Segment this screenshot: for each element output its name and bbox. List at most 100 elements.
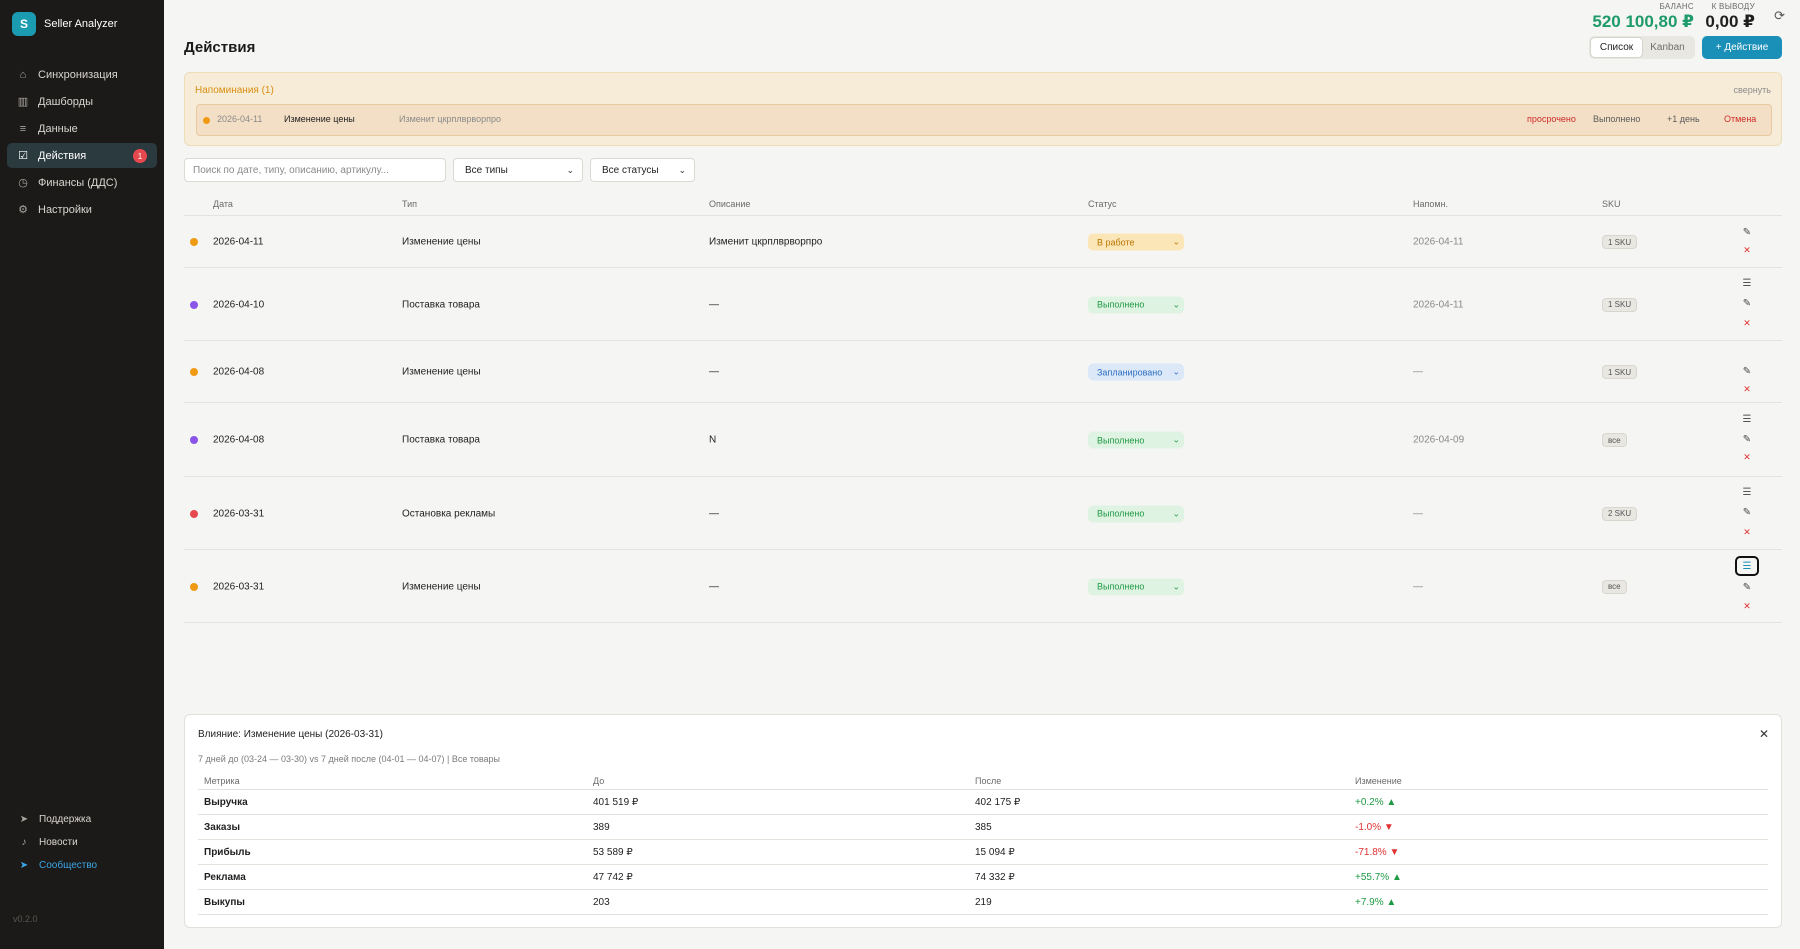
- search-input[interactable]: [184, 158, 446, 182]
- impact-cell-before: 47 742 ₽: [593, 872, 633, 883]
- app-name: Seller Analyzer: [44, 18, 118, 30]
- impact-row: Заказы 389 385 -1.0% ▼: [198, 815, 1768, 840]
- status-label: Выполнено: [1097, 581, 1145, 592]
- withdraw-value: 0,00 ₽: [1705, 12, 1755, 31]
- impact-cell-change: +55.7% ▲: [1355, 872, 1402, 883]
- delete-icon[interactable]: ✕: [1740, 382, 1754, 396]
- pencil-icon[interactable]: ✎: [1740, 580, 1754, 594]
- impact-table-body: Выручка 401 519 ₽ 402 175 ₽ +0.2% ▲ Заказы 38…: [198, 790, 1768, 915]
- close-icon[interactable]: ✕: [1759, 727, 1769, 741]
- table-row: 2026-04-10 Поставка товара — Выполнено ⌄ 2026…: [184, 268, 1782, 341]
- col-type: Тип: [402, 199, 418, 209]
- pencil-icon[interactable]: ✎: [1740, 364, 1754, 378]
- sidebar-footer-link-2[interactable]: ➤ Сообщество: [0, 854, 164, 877]
- col-sku: SKU: [1602, 199, 1621, 209]
- table-row: 2026-03-31 Изменение цены — Выполнено ⌄ — все ☰…: [184, 550, 1782, 623]
- delete-icon[interactable]: ✕: [1740, 450, 1754, 464]
- bell-icon: ♪: [21, 837, 27, 848]
- col-after: После: [975, 776, 1002, 786]
- list-icon[interactable]: ☰: [1735, 556, 1759, 576]
- impact-cell-after: 219: [975, 897, 992, 908]
- withdraw-caption: К ВЫВОДУ: [1711, 2, 1755, 11]
- status-dropdown[interactable]: Запланировано ⌄: [1088, 363, 1184, 381]
- balance-caption: БАЛАНС: [1659, 2, 1694, 11]
- delete-icon[interactable]: ✕: [1740, 316, 1754, 330]
- cell-type: Поставка товара: [402, 434, 480, 446]
- view-kanban-button[interactable]: Kanban: [1642, 38, 1693, 57]
- delete-icon[interactable]: ✕: [1740, 599, 1754, 613]
- sidebar-item-2[interactable]: ≡ Данные: [7, 116, 157, 141]
- pencil-icon[interactable]: ✎: [1740, 225, 1754, 239]
- sidebar-footer-label: Новости: [39, 837, 78, 848]
- chevron-down-icon: ⌄: [1172, 236, 1180, 247]
- status-dropdown[interactable]: Выполнено ⌄: [1088, 578, 1184, 595]
- status-dropdown[interactable]: Выполнено ⌄: [1088, 505, 1184, 522]
- impact-row: Прибыль 53 589 ₽ 15 094 ₽ -71.8% ▼: [198, 840, 1768, 865]
- brand[interactable]: S Seller Analyzer: [0, 0, 164, 48]
- status-dot: [190, 368, 198, 376]
- reminder-cancel-button[interactable]: Отмена: [1724, 114, 1756, 124]
- cell-date: 2026-04-10: [213, 299, 265, 310]
- sku-badge: 1 SKU: [1602, 297, 1638, 312]
- add-action-button[interactable]: + Действие: [1702, 36, 1782, 59]
- cell-description: Изменит цкрплврворпро: [709, 236, 823, 248]
- impact-cell-before: 401 519 ₽: [593, 797, 639, 808]
- col-date: Дата: [213, 199, 233, 209]
- reminder-item: 2026-04-11 Изменение цены Изменит цкрплв…: [196, 104, 1772, 136]
- impact-cell-metric: Реклама: [204, 872, 246, 883]
- chevron-down-icon: ⌄: [566, 164, 574, 175]
- cell-type: Изменение цены: [402, 581, 481, 592]
- reminder-type: Изменение цены: [284, 114, 355, 124]
- list-icon: ≡: [19, 122, 27, 135]
- reminders-panel: Напоминания (1) свернуть 2026-04-11 Изме…: [184, 72, 1782, 146]
- impact-table-header: Метрика До После Изменение: [198, 770, 1768, 790]
- app-version: v0.2.0: [13, 914, 38, 924]
- status-dot: [190, 300, 198, 309]
- pencil-icon[interactable]: ✎: [1740, 432, 1754, 446]
- cell-date: 2026-04-08: [213, 434, 265, 446]
- pencil-icon[interactable]: ✎: [1740, 296, 1754, 310]
- type-select[interactable]: Все типы ⌄: [453, 158, 583, 182]
- sidebar-item-label: Финансы (ДДС): [38, 176, 118, 189]
- chevron-down-icon: ⌄: [678, 164, 686, 175]
- list-icon[interactable]: ☰: [1740, 276, 1754, 290]
- sidebar: S Seller Analyzer ⌂ Синхронизация ▥ Дашборд…: [0, 0, 164, 949]
- list-icon[interactable]: ☰: [1740, 485, 1754, 499]
- sidebar-item-1[interactable]: ▥ Дашборды: [7, 89, 157, 114]
- col-status: Статус: [1088, 199, 1117, 209]
- status-dot: [190, 509, 198, 518]
- reminder-done-button[interactable]: Выполнено: [1593, 114, 1640, 124]
- actions-table-header: Дата Тип Описание Статус Напомн. SKU: [184, 196, 1782, 216]
- reminder-snooze-button[interactable]: +1 день: [1667, 114, 1700, 124]
- sidebar-item-5[interactable]: ⚙ Настройки: [7, 197, 157, 222]
- refresh-icon[interactable]: ⟳: [1774, 8, 1785, 24]
- impact-cell-change: +7.9% ▲: [1355, 897, 1397, 908]
- status-dropdown[interactable]: В работе ⌄: [1088, 233, 1184, 251]
- status-select[interactable]: Все статусы ⌄: [590, 158, 695, 182]
- send-icon: ➤: [19, 814, 29, 825]
- status-dropdown[interactable]: Выполнено ⌄: [1088, 431, 1184, 449]
- sidebar-item-0[interactable]: ⌂ Синхронизация: [7, 62, 157, 87]
- sidebar-footer-links: ➤ Поддержка ♪ Новости ➤ Сообщество: [0, 808, 164, 877]
- col-description: Описание: [709, 199, 751, 209]
- delete-icon[interactable]: ✕: [1740, 525, 1754, 539]
- gear-icon: ⚙: [18, 204, 28, 216]
- impact-cell-metric: Заказы: [204, 822, 241, 833]
- cell-date: 2026-04-11: [213, 236, 264, 248]
- sidebar-footer-link-1[interactable]: ♪ Новости: [0, 831, 164, 854]
- cell-date: 2026-04-08: [213, 366, 265, 378]
- status-dot: [190, 436, 198, 444]
- cell-type: Поставка товара: [402, 299, 480, 310]
- view-list-button[interactable]: Список: [1591, 38, 1642, 57]
- sidebar-footer-link-0[interactable]: ➤ Поддержка: [0, 808, 164, 831]
- reminders-collapse-link[interactable]: свернуть: [1734, 85, 1771, 95]
- delete-icon[interactable]: ✕: [1740, 243, 1754, 257]
- balance-value: 520 100,80 ₽: [1592, 12, 1694, 31]
- sidebar-item-3[interactable]: ☑ Действия 1: [7, 143, 157, 168]
- sku-badge: 1 SKU: [1602, 365, 1638, 379]
- sidebar-nav: ⌂ Синхронизация ▥ Дашборды ≡ Данные ☑ Действия 1…: [0, 62, 164, 222]
- sidebar-item-4[interactable]: ◷ Финансы (ДДС): [7, 170, 157, 195]
- status-dropdown[interactable]: Выполнено ⌄: [1088, 296, 1184, 313]
- list-icon[interactable]: ☰: [1740, 412, 1754, 426]
- pencil-icon[interactable]: ✎: [1740, 505, 1754, 519]
